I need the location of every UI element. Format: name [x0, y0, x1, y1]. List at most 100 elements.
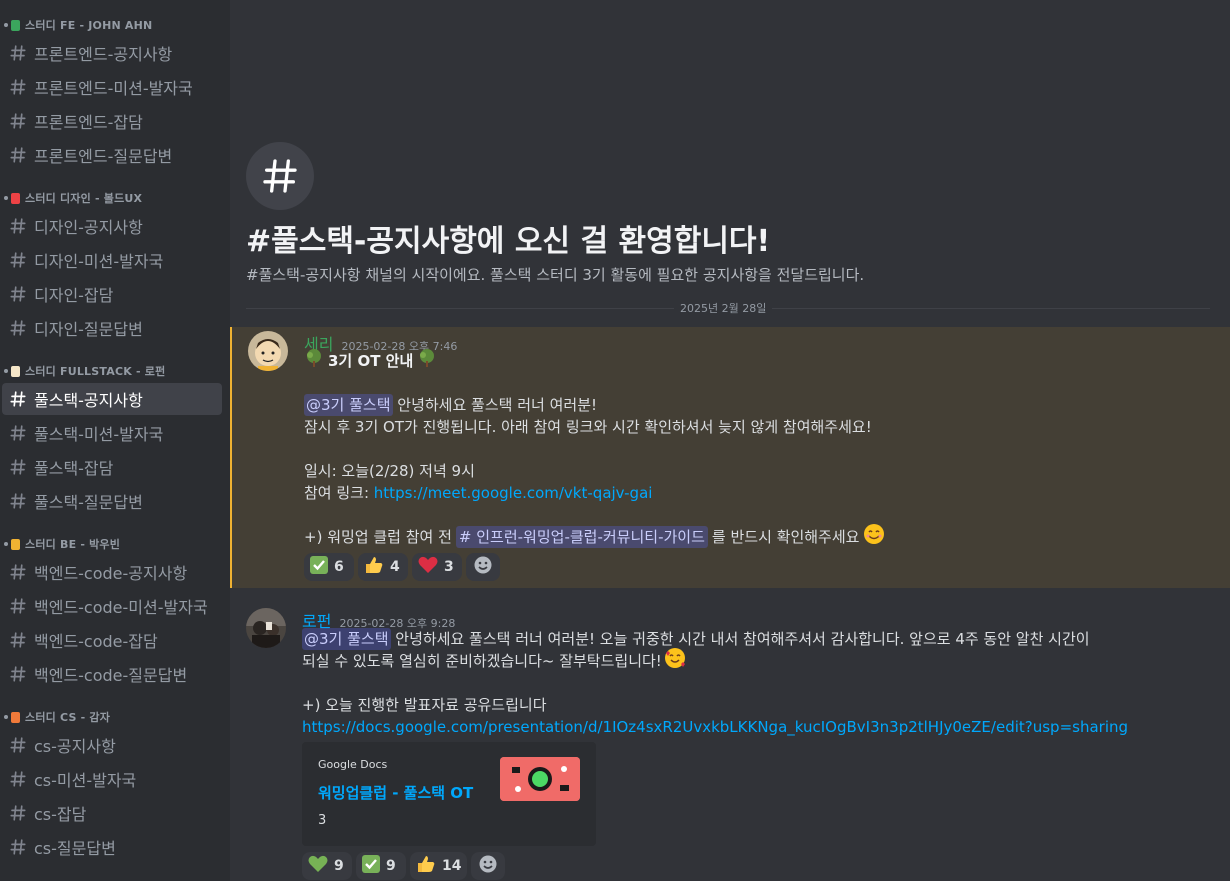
channel-label: 백엔드-code-공지사항	[34, 564, 188, 583]
channel-item[interactable]: cs-잡담	[2, 797, 222, 829]
channel-label: 디자인-미션-발자국	[34, 252, 164, 271]
channel-label: 프론트엔드-공지사항	[34, 45, 173, 64]
channel-item[interactable]: 백엔드-code-잡담	[2, 624, 222, 656]
reaction-count: 4	[390, 559, 400, 575]
add-reaction-button[interactable]	[466, 553, 500, 581]
hash-icon	[8, 78, 28, 96]
hash-icon	[8, 217, 28, 235]
reaction-count: 9	[334, 858, 344, 874]
channel-sidebar: 스터디 FE - JOHN AHN 프론트엔드-공지사항 프론트엔드-미션-발자…	[0, 0, 230, 881]
reaction-green-heart[interactable]: 9	[302, 852, 352, 880]
message: 로펀 2025-02-28 오후 9:28 @3기 풀스택 안녕하세요 풀스택 …	[230, 604, 1230, 881]
hash-icon	[8, 458, 28, 476]
channel-item[interactable]: cs-미션-발자국	[2, 763, 222, 795]
channel-item[interactable]: cs-공지사항	[2, 729, 222, 761]
channel-label: 풀스택-잡담	[34, 459, 114, 478]
channel-item[interactable]: cs-질문답변	[2, 831, 222, 863]
message-text: 를 반드시 확인해주세요	[711, 528, 860, 546]
channel-label: 백엔드-code-미션-발자국	[34, 598, 208, 617]
embed-provider[interactable]: Google Docs	[318, 758, 387, 771]
channel-label: cs-질문답변	[34, 839, 116, 858]
hash-icon	[8, 146, 28, 164]
message: 세리 2025-02-28 오후 7:46 3기 OT 안내 @3기 풀스택 안…	[230, 327, 1230, 588]
smiling-hearts-emoji-icon	[664, 647, 686, 675]
message-text: 안녕하세요 풀스택 러너 여러분!	[392, 396, 598, 414]
category-fullstack[interactable]: 스터디 FULLSTACK - 로펀	[0, 360, 230, 382]
add-reaction-button[interactable]	[471, 852, 506, 880]
welcome-subtitle: #풀스택-공지사항 채널의 시작이에요. 풀스택 스터디 3기 활동에 필요한 …	[246, 266, 865, 284]
collapse-dot	[4, 196, 8, 200]
check-mark-icon	[362, 855, 380, 877]
hash-icon	[246, 142, 314, 210]
role-mention[interactable]: @3기 풀스택	[302, 628, 391, 650]
channel-item[interactable]: 프론트엔드-질문답변	[2, 139, 222, 171]
channel-item[interactable]: 풀스택-미션-발자국	[2, 417, 222, 449]
check-mark-icon	[310, 556, 328, 578]
welcome-title: #풀스택-공지사항에 오신 걸 환영합니다!	[246, 224, 771, 259]
reaction-thumbs-up[interactable]: 4	[358, 553, 408, 581]
channel-item-active[interactable]: 풀스택-공지사항	[2, 383, 222, 415]
docs-link[interactable]: https://docs.google.com/presentation/d/1…	[302, 716, 1128, 738]
channel-label: 프론트엔드-미션-발자국	[34, 79, 193, 98]
channel-label: 프론트엔드-잡담	[34, 113, 143, 132]
embed-thumbnail[interactable]	[500, 757, 580, 801]
collapse-dot	[4, 542, 8, 546]
category-be[interactable]: 스터디 BE - 박우빈	[0, 533, 230, 555]
channel-item[interactable]: 풀스택-잡담	[2, 451, 222, 483]
reaction-check[interactable]: 9	[356, 852, 406, 880]
green-heart-icon	[308, 855, 328, 877]
channel-item[interactable]: 디자인-잡담	[2, 278, 222, 310]
embed-title[interactable]: 워밍업클럽 - 풀스택 OT	[318, 782, 473, 803]
channel-item[interactable]: 디자인-공지사항	[2, 210, 222, 242]
link-embed: Google Docs 워밍업클럽 - 풀스택 OT 3	[302, 742, 596, 846]
message-text: 잠시 후 3기 OT가 진행됩니다. 아래 참여 링크와 시간 확인하셔서 늦지…	[304, 418, 872, 436]
hash-icon	[8, 251, 28, 269]
avatar[interactable]	[246, 608, 286, 648]
category-cs[interactable]: 스터디 CS - 감자	[0, 706, 230, 728]
tree-icon	[304, 348, 324, 374]
channel-item[interactable]: 디자인-질문답변	[2, 312, 222, 344]
channel-label: 풀스택-공지사항	[34, 391, 143, 410]
tree-icon	[417, 348, 437, 374]
heart-icon	[418, 556, 438, 578]
channel-item[interactable]: 백엔드-code-공지사항	[2, 556, 222, 588]
message-text: 되실 수 있도록 열심히 준비하겠습니다~ 잘부탁드립니다!	[302, 652, 662, 670]
reaction-thumbs-up[interactable]: 14	[410, 852, 468, 880]
channel-label: 풀스택-질문답변	[34, 493, 143, 512]
reaction-check[interactable]: 6	[304, 553, 354, 581]
message-text: +) 오늘 진행한 발표자료 공유드립니다	[302, 696, 547, 714]
channel-item[interactable]: 프론트엔드-공지사항	[2, 37, 222, 69]
channel-item[interactable]: 풀스택-질문답변	[2, 485, 222, 517]
reaction-count: 14	[442, 858, 462, 874]
channel-item[interactable]: 디자인-미션-발자국	[2, 244, 222, 276]
notebook-icon	[11, 365, 20, 377]
hash-icon	[8, 492, 28, 510]
channel-label: 디자인-공지사항	[34, 218, 143, 237]
reaction-count: 6	[334, 559, 344, 575]
role-mention[interactable]: @3기 풀스택	[304, 394, 393, 416]
orange-book-icon	[11, 538, 20, 550]
hash-icon	[8, 563, 28, 581]
hash-icon	[8, 736, 28, 754]
meet-link[interactable]: https://meet.google.com/vkt-qajv-gai	[374, 482, 653, 504]
channel-item[interactable]: 프론트엔드-잡담	[2, 105, 222, 137]
hash-icon	[8, 390, 28, 408]
date-divider: 2025년 2월 28일	[674, 300, 773, 316]
channel-mention[interactable]: # 인프런-워밍업-클럽-커뮤니티-가이드	[455, 526, 708, 548]
reaction-heart[interactable]: 3	[412, 553, 462, 581]
hash-icon	[8, 770, 28, 788]
hash-icon	[8, 44, 28, 62]
channel-item[interactable]: 프론트엔드-미션-발자국	[2, 71, 222, 103]
avatar[interactable]	[248, 331, 288, 371]
message-text: 참여 링크:	[304, 484, 374, 502]
category-fe[interactable]: 스터디 FE - JOHN AHN	[0, 14, 230, 36]
hash-icon	[8, 285, 28, 303]
category-design[interactable]: 스터디 디자인 - 볼드UX	[0, 187, 230, 209]
channel-label: cs-잡담	[34, 805, 87, 824]
channel-item[interactable]: 백엔드-code-질문답변	[2, 658, 222, 690]
channel-label: 디자인-질문답변	[34, 320, 143, 339]
thumbs-up-icon	[364, 555, 384, 579]
channel-item[interactable]: 백엔드-code-미션-발자국	[2, 590, 222, 622]
add-reaction-icon	[473, 555, 493, 579]
hash-icon	[8, 424, 28, 442]
